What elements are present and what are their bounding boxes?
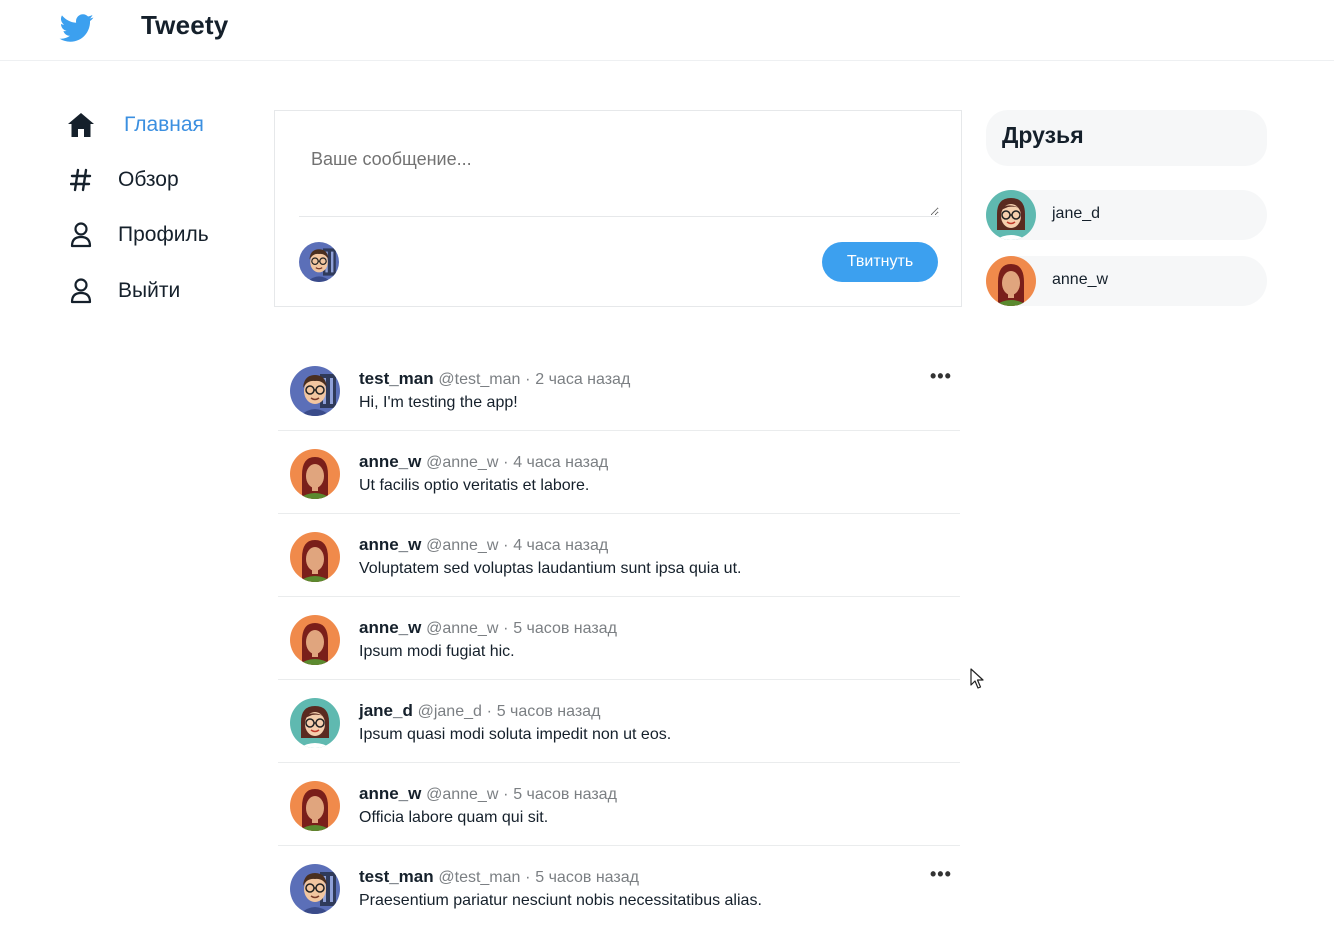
nav-item-home[interactable]: Главная <box>66 105 204 145</box>
avatar[interactable] <box>290 366 340 416</box>
meta-separator: · <box>525 371 531 388</box>
tweet-handle: @test_man <box>438 371 521 388</box>
tweet-text: Ut facilis optio veritatis et labore. <box>359 477 590 494</box>
tweet-username[interactable]: test_man <box>359 369 434 388</box>
friend-name: jane_d <box>1052 205 1101 222</box>
tweet-username[interactable]: jane_d <box>359 701 413 720</box>
tweet-text: Officia labore quam qui sit. <box>359 809 549 826</box>
friend-name: anne_w <box>1052 271 1109 288</box>
tweet-text: Ipsum quasi modi soluta impedit non ut e… <box>359 726 672 743</box>
tweet-time: 5 часов назад <box>513 620 617 637</box>
twitter-bird-icon[interactable] <box>58 11 96 45</box>
tweet-handle: @anne_w <box>426 620 499 637</box>
nav-label-logout: Выйти <box>118 279 181 302</box>
avatar[interactable] <box>299 242 339 282</box>
tweet-time: 5 часов назад <box>496 703 601 720</box>
tweet-meta: test_man @test_man · 2 часа назад <box>359 369 630 389</box>
tweet-item: test_man @test_man · 2 часа назад Hi, I'… <box>278 348 960 431</box>
tweet-text: Hi, I'm testing the app! <box>359 394 518 411</box>
nav-label-profile: Профиль <box>118 223 209 246</box>
tweet-item: anne_w @anne_w · 5 часов назад Officia l… <box>278 763 960 846</box>
meta-separator: · <box>525 869 531 886</box>
tweet-text: Ipsum modi fugiat hic. <box>359 643 515 660</box>
hashtag-icon <box>66 165 96 195</box>
tweet-handle: @anne_w <box>426 537 499 554</box>
tweet-meta: jane_d @jane_d · 5 часов назад <box>359 701 600 721</box>
nav-item-explore[interactable]: Обзор <box>66 160 179 200</box>
meta-separator: · <box>503 786 509 803</box>
tweet-button[interactable]: Твитнуть <box>822 242 938 282</box>
friends-title: Друзья <box>1002 122 1084 148</box>
avatar[interactable] <box>290 615 340 665</box>
tweet-username[interactable]: test_man <box>359 867 434 886</box>
app-name[interactable]: Tweety <box>141 10 228 41</box>
friend-item-jane-d[interactable]: jane_d <box>986 190 1267 240</box>
top-bar: Tweety <box>0 0 1334 61</box>
tweet-time: 4 часа назад <box>513 454 609 471</box>
tweet-text: Praesentium pariatur nesciunt nobis nece… <box>359 892 762 909</box>
tweet-time: 5 часов назад <box>513 786 617 803</box>
friends-panel-header: Друзья <box>986 110 1267 166</box>
avatar[interactable] <box>290 781 340 831</box>
meta-separator: · <box>486 703 492 720</box>
tweet-feed: test_man @test_man · 2 часа назад Hi, I'… <box>278 348 960 929</box>
user-icon <box>66 276 96 306</box>
nav-item-logout[interactable]: Выйти <box>66 271 180 311</box>
avatar[interactable] <box>290 449 340 499</box>
tweet-time: 4 часа назад <box>513 537 609 554</box>
tweet-item: anne_w @anne_w · 5 часов назад Ipsum mod… <box>278 597 960 680</box>
nav-item-profile[interactable]: Профиль <box>66 215 209 255</box>
tweet-handle: @test_man <box>438 869 521 886</box>
tweet-item: jane_d @jane_d · 5 часов назад Ipsum qua… <box>278 680 960 763</box>
tweet-meta: anne_w @anne_w · 4 часа назад <box>359 535 608 555</box>
tweet-item: anne_w @anne_w · 4 часа назад Ut facilis… <box>278 431 960 514</box>
tweet-username[interactable]: anne_w <box>359 535 421 554</box>
tweet-composer: Твитнуть <box>274 110 962 307</box>
meta-separator: · <box>503 620 509 637</box>
tweet-time: 2 часа назад <box>535 371 631 388</box>
avatar <box>986 256 1036 306</box>
tweet-username[interactable]: anne_w <box>359 618 421 637</box>
tweet-item: test_man @test_man · 5 часов назад Praes… <box>278 846 960 929</box>
nav-label-explore: Обзор <box>118 168 179 191</box>
tweet-handle: @jane_d <box>417 703 482 720</box>
avatar[interactable] <box>290 864 340 914</box>
tweet-handle: @anne_w <box>426 786 499 803</box>
meta-separator: · <box>503 454 509 471</box>
more-options-icon[interactable]: ••• <box>930 864 952 885</box>
home-icon <box>66 110 96 140</box>
tweet-time: 5 часов назад <box>535 869 639 886</box>
avatar[interactable] <box>290 698 340 748</box>
tweet-meta: anne_w @anne_w · 5 часов назад <box>359 618 617 638</box>
more-options-icon[interactable]: ••• <box>930 366 952 387</box>
tweet-meta: anne_w @anne_w · 5 часов назад <box>359 784 617 804</box>
tweet-meta: anne_w @anne_w · 4 часа назад <box>359 452 608 472</box>
tweet-item: anne_w @anne_w · 4 часа назад Voluptatem… <box>278 514 960 597</box>
meta-separator: · <box>503 537 509 554</box>
avatar[interactable] <box>290 532 340 582</box>
tweet-handle: @anne_w <box>426 454 499 471</box>
tweet-meta: test_man @test_man · 5 часов назад <box>359 867 639 887</box>
tweet-input[interactable] <box>299 135 939 217</box>
user-icon <box>66 220 96 250</box>
tweet-text: Voluptatem sed voluptas laudantium sunt … <box>359 560 742 577</box>
mouse-cursor-icon <box>970 668 984 689</box>
nav-label-home: Главная <box>124 113 204 136</box>
tweet-username[interactable]: anne_w <box>359 784 421 803</box>
avatar <box>986 190 1036 240</box>
friend-item-anne-w[interactable]: anne_w <box>986 256 1267 306</box>
tweet-username[interactable]: anne_w <box>359 452 421 471</box>
